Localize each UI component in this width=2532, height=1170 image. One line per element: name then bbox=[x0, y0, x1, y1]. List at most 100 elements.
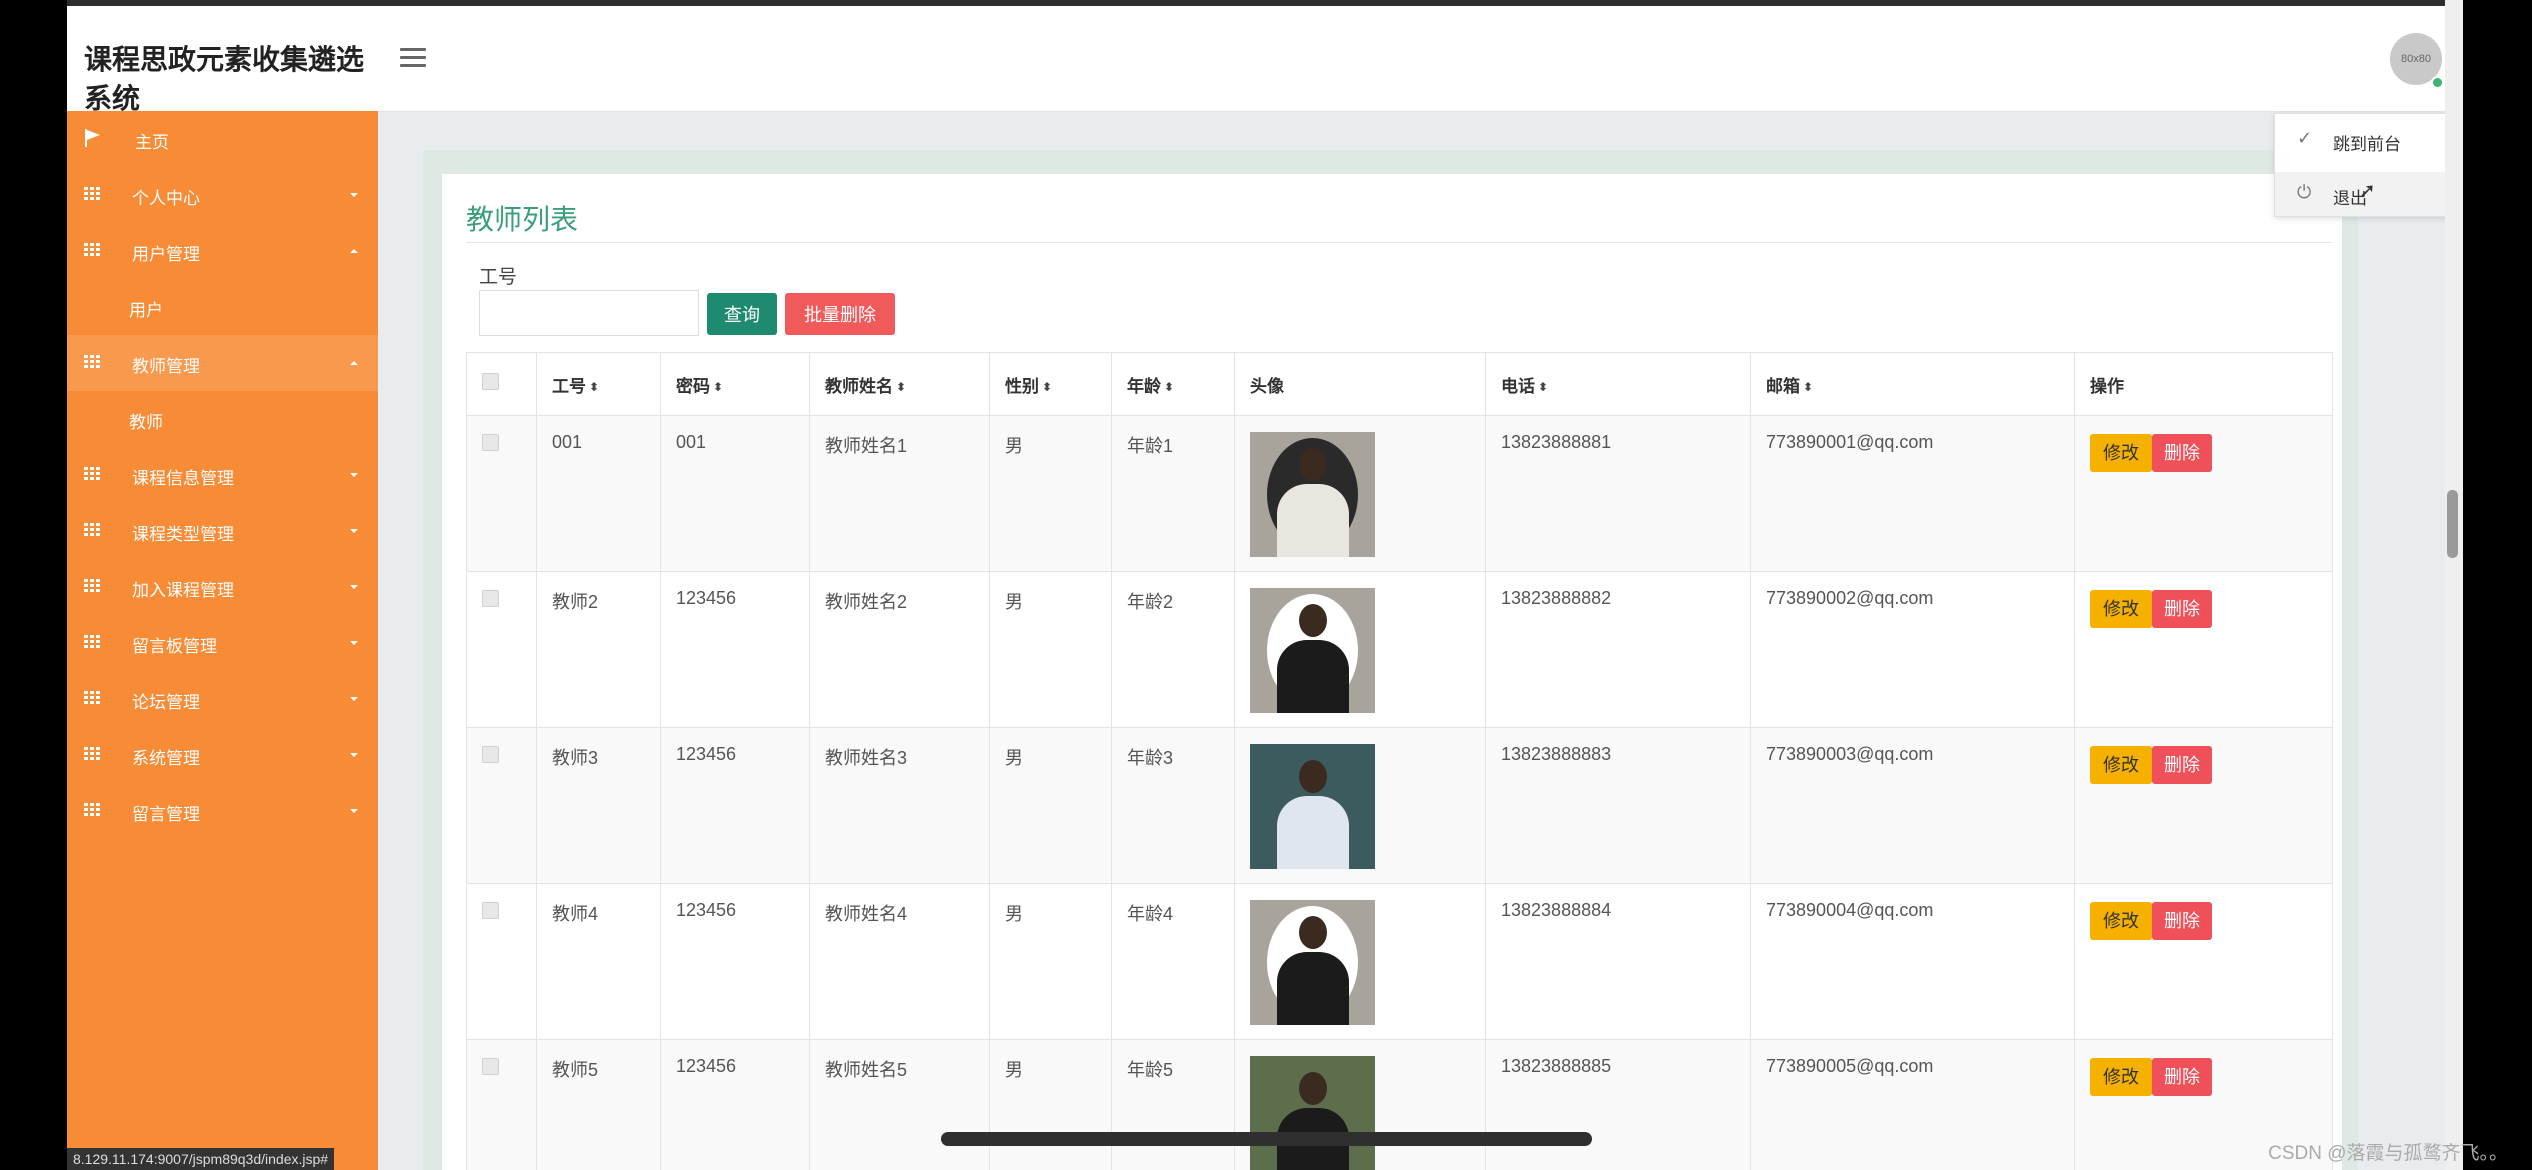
grid-icon-cell bbox=[84, 808, 88, 811]
grid-icon-cell bbox=[90, 192, 94, 195]
sidebar-item-label: 用户 bbox=[129, 301, 163, 320]
edit-button[interactable]: 修改 bbox=[2090, 902, 2152, 940]
sidebar-item-label: 加入课程管理 bbox=[132, 581, 234, 600]
grid-icon-cell bbox=[90, 533, 94, 536]
column-header-id[interactable]: 工号 ⬍ bbox=[536, 352, 661, 416]
grid-icon-cell bbox=[96, 752, 100, 755]
sidebar-item-label: 课程信息管理 bbox=[132, 469, 234, 488]
sidebar-item-home[interactable]: 主页 bbox=[67, 111, 378, 167]
grid-icon-cell bbox=[90, 243, 94, 246]
page-scrollbar[interactable] bbox=[2445, 0, 2463, 1170]
query-button[interactable]: 查询 bbox=[707, 293, 777, 335]
cell-phone: 13823888884 bbox=[1485, 883, 1751, 1040]
grid-icon-cell bbox=[96, 533, 100, 536]
sidebar-item-join-course[interactable]: 加入课程管理 bbox=[67, 559, 378, 615]
row-checkbox[interactable] bbox=[482, 434, 499, 451]
sidebar-item-system[interactable]: 系统管理 bbox=[67, 727, 378, 783]
cell-age: 年龄3 bbox=[1111, 727, 1235, 884]
column-header-phone[interactable]: 电话 ⬍ bbox=[1485, 352, 1751, 416]
row-checkbox[interactable] bbox=[482, 590, 499, 607]
scroll-thumb[interactable] bbox=[2447, 490, 2458, 558]
column-header-name[interactable]: 教师姓名 ⬍ bbox=[809, 352, 990, 416]
sidebar-item-label: 留言板管理 bbox=[132, 637, 217, 656]
grid-icon-cell bbox=[90, 645, 94, 648]
grid-icon bbox=[84, 523, 100, 537]
grid-icon-cell bbox=[90, 365, 94, 368]
search-input[interactable] bbox=[479, 290, 699, 336]
sidebar-item-user-management[interactable]: 用户管理 bbox=[67, 223, 378, 279]
grid-icon-cell bbox=[96, 757, 100, 760]
column-header-age[interactable]: 年龄 ⬍ bbox=[1111, 352, 1235, 416]
sidebar-subitem-teacher[interactable]: 教师 bbox=[67, 391, 378, 447]
sidebar-item-course-type[interactable]: 课程类型管理 bbox=[67, 503, 378, 559]
cell-age: 年龄4 bbox=[1111, 883, 1235, 1040]
grid-icon bbox=[84, 579, 100, 593]
delete-button[interactable]: 删除 bbox=[2152, 902, 2212, 940]
sidebar: 主页 个人中心 用户管理 用户 教师管理 教师 课程信息管理 课程类型管理 加入… bbox=[67, 111, 378, 1170]
row-checkbox[interactable] bbox=[482, 902, 499, 919]
column-header-gender[interactable]: 性别 ⬍ bbox=[989, 352, 1112, 416]
grid-icon-cell bbox=[90, 747, 94, 750]
teacher-photo bbox=[1250, 744, 1375, 869]
grid-icon-cell bbox=[96, 803, 100, 806]
table-row: 教师5 123456 教师姓名5 男 年龄5 13823888885 77389… bbox=[466, 1039, 2333, 1170]
sidebar-item-teacher-management[interactable]: 教师管理 bbox=[67, 335, 378, 391]
grid-icon-cell bbox=[96, 808, 100, 811]
edit-button[interactable]: 修改 bbox=[2090, 1058, 2152, 1096]
grid-icon-cell bbox=[96, 645, 100, 648]
column-header-password[interactable]: 密码 ⬍ bbox=[660, 352, 810, 416]
column-header-email[interactable]: 邮箱 ⬍ bbox=[1750, 352, 2075, 416]
sidebar-item-messages[interactable]: 留言管理 bbox=[67, 783, 378, 839]
caret-down-icon bbox=[350, 529, 358, 533]
sidebar-subitem-user[interactable]: 用户 bbox=[67, 279, 378, 335]
sort-icon: ⬍ bbox=[1042, 380, 1053, 395]
grid-icon-cell bbox=[96, 192, 100, 195]
browser-viewport: 课程思政元素收集遴选系统 80x80 主页 个人中心 用户管理 用户 教师管理 bbox=[67, 0, 2463, 1170]
caret-down-icon bbox=[350, 585, 358, 589]
grid-icon-cell bbox=[84, 640, 88, 643]
hamburger-menu-icon[interactable] bbox=[400, 48, 426, 68]
cell-password: 123456 bbox=[660, 571, 810, 728]
cell-name: 教师姓名1 bbox=[809, 415, 990, 572]
edit-button[interactable]: 修改 bbox=[2090, 434, 2152, 472]
grid-icon-cell bbox=[96, 589, 100, 592]
grid-icon-cell bbox=[96, 472, 100, 475]
grid-icon-cell bbox=[84, 579, 88, 582]
delete-button[interactable]: 删除 bbox=[2152, 1058, 2212, 1096]
grid-icon-cell bbox=[90, 248, 94, 251]
flag-icon bbox=[85, 129, 101, 147]
batch-delete-button[interactable]: 批量删除 bbox=[785, 293, 895, 335]
delete-button[interactable]: 删除 bbox=[2152, 746, 2212, 784]
grid-icon-cell bbox=[84, 645, 88, 648]
table-header-row: 工号 ⬍ 密码 ⬍ 教师姓名 ⬍ 性别 ⬍ 年龄 ⬍ 头像 电话 ⬍ 邮箱 ⬍ 操作 bbox=[466, 352, 2333, 416]
cell-email: 773890003@qq.com bbox=[1750, 727, 2075, 884]
caret-down-icon bbox=[350, 473, 358, 477]
edit-button[interactable]: 修改 bbox=[2090, 746, 2152, 784]
grid-icon-cell bbox=[90, 360, 94, 363]
go-to-frontend-item[interactable]: ✓ 跳到前台 bbox=[2275, 118, 2463, 162]
row-checkbox[interactable] bbox=[482, 1058, 499, 1075]
cell-password: 001 bbox=[660, 415, 810, 572]
delete-button[interactable]: 删除 bbox=[2152, 590, 2212, 628]
select-all-checkbox[interactable] bbox=[482, 373, 499, 390]
cell-id: 教师5 bbox=[536, 1039, 661, 1170]
grid-icon-cell bbox=[84, 528, 88, 531]
grid-icon-cell bbox=[84, 691, 88, 694]
cell-password: 123456 bbox=[660, 727, 810, 884]
sidebar-item-message-board[interactable]: 留言板管理 bbox=[67, 615, 378, 671]
grid-icon-cell bbox=[96, 477, 100, 480]
cell-name: 教师姓名2 bbox=[809, 571, 990, 728]
sidebar-item-personal-center[interactable]: 个人中心 bbox=[67, 167, 378, 223]
sort-icon: ⬍ bbox=[1164, 380, 1175, 395]
cell-age: 年龄1 bbox=[1111, 415, 1235, 572]
grid-icon-cell bbox=[90, 752, 94, 755]
sidebar-item-forum[interactable]: 论坛管理 bbox=[67, 671, 378, 727]
grid-icon bbox=[84, 467, 100, 481]
grid-icon-cell bbox=[84, 192, 88, 195]
delete-button[interactable]: 删除 bbox=[2152, 434, 2212, 472]
row-checkbox[interactable] bbox=[482, 746, 499, 763]
sidebar-item-course-info[interactable]: 课程信息管理 bbox=[67, 447, 378, 503]
cell-email: 773890004@qq.com bbox=[1750, 883, 2075, 1040]
edit-button[interactable]: 修改 bbox=[2090, 590, 2152, 628]
sort-icon: ⬍ bbox=[589, 380, 600, 395]
